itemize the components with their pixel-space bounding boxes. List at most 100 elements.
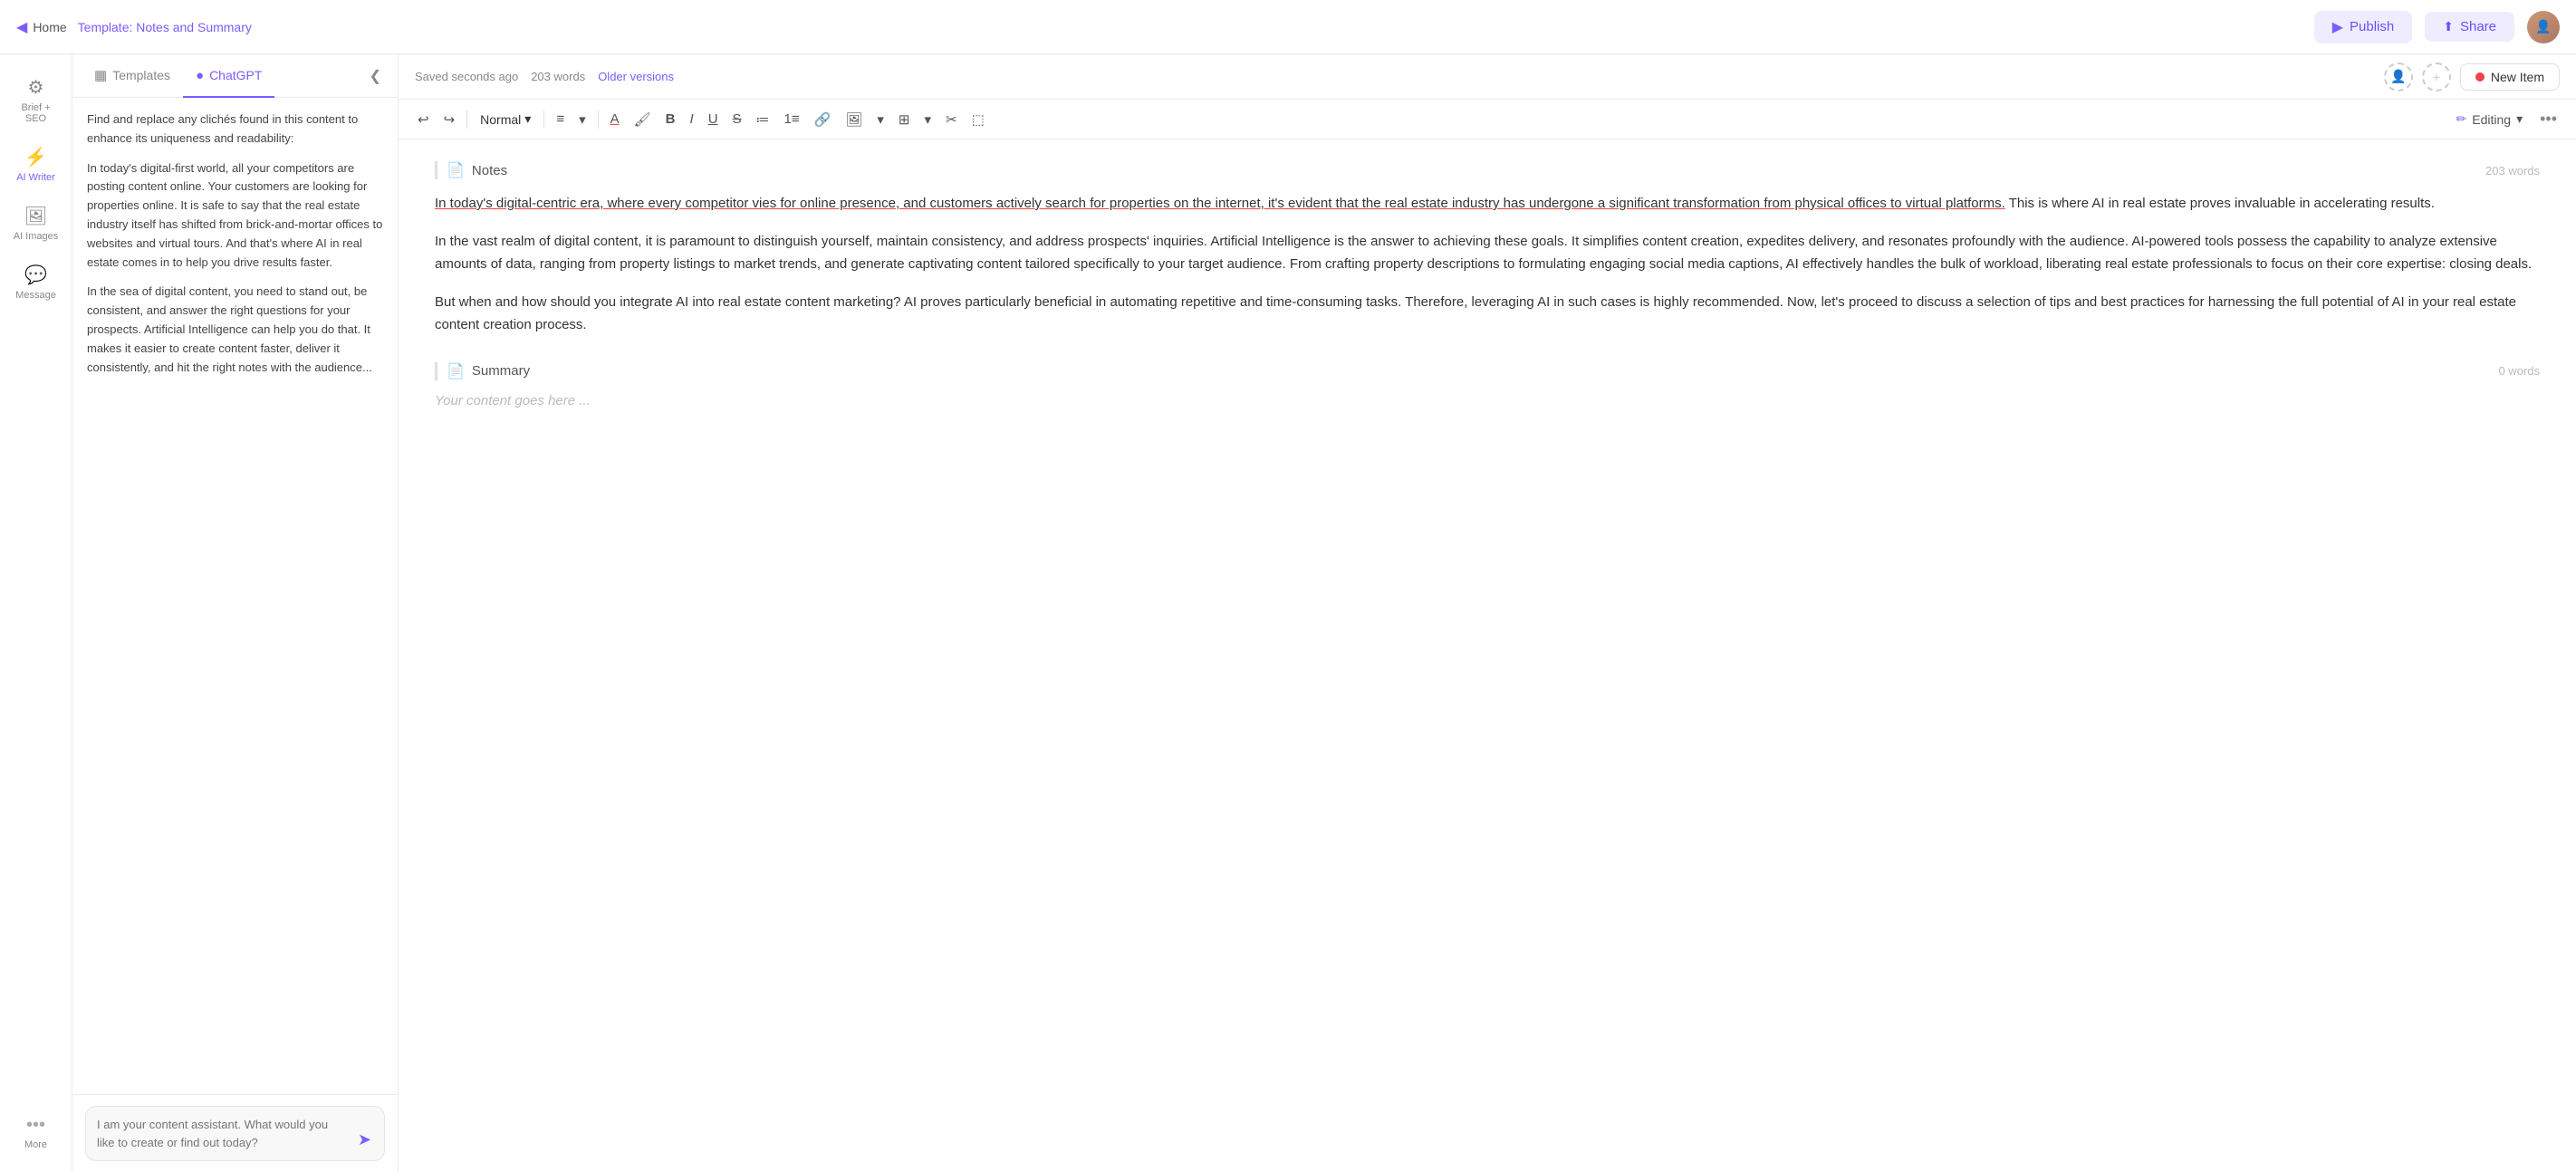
- notes-paragraph-1: In today's digital-centric era, where ev…: [435, 192, 2540, 216]
- text-color-button[interactable]: A: [604, 107, 626, 131]
- tab-chatgpt[interactable]: ● ChatGPT: [183, 54, 274, 98]
- image-chevron-button[interactable]: ▾: [870, 107, 890, 132]
- toolbar-sep-3: [598, 110, 599, 129]
- align-button[interactable]: ≡: [550, 107, 571, 131]
- strikethrough-icon: S: [733, 111, 742, 127]
- pencil-icon: ✏: [2456, 111, 2467, 127]
- new-item-dot-icon: [2475, 72, 2485, 82]
- editor-topbar-right: 👤 + New Item: [2384, 62, 2560, 91]
- panel-tabs-wrapper: ▦ Templates ● ChatGPT ❮: [72, 54, 398, 98]
- notes-section-title: Notes: [472, 163, 507, 178]
- sidebar-item-ai-writer[interactable]: ⚡ AI Writer: [5, 137, 67, 192]
- breadcrumb-name: Notes and Summary: [136, 20, 252, 34]
- editor-avatar-2[interactable]: +: [2422, 62, 2451, 91]
- tab-chatgpt-label: ChatGPT: [209, 68, 262, 82]
- avatar-placeholder-icon-2: +: [2433, 70, 2440, 84]
- notes-section-header: 📄 Notes 203 words: [435, 161, 2540, 179]
- table-button[interactable]: ⊞: [892, 107, 917, 132]
- editing-label: Editing: [2472, 112, 2511, 127]
- ordered-list-button[interactable]: 1≡: [778, 107, 806, 131]
- publish-arrow-icon: ▶: [2332, 18, 2343, 36]
- bullet-list-icon: ≔: [756, 111, 770, 128]
- chat-input[interactable]: [97, 1116, 349, 1151]
- notes-word-count: 203 words: [2485, 164, 2540, 178]
- summary-section-title: Summary: [472, 363, 530, 379]
- link-button[interactable]: 🔗: [808, 107, 838, 132]
- editor-topbar: Saved seconds ago 203 words Older versio…: [399, 54, 2576, 100]
- message-icon: 💬: [24, 264, 47, 286]
- sidebar-item-more[interactable]: ••• More: [5, 1106, 67, 1159]
- brief-seo-icon: ⚙: [28, 76, 44, 99]
- bold-button[interactable]: B: [659, 107, 682, 131]
- notes-section: 📄 Notes 203 words In today's digital-cen…: [435, 161, 2540, 337]
- share-upload-icon: ⬆: [2443, 19, 2454, 34]
- home-label: Home: [33, 20, 66, 34]
- strikethrough-button[interactable]: S: [726, 107, 748, 131]
- highlight-button[interactable]: 🖌: [628, 107, 658, 132]
- panel-text-1: Find and replace any clichés found in th…: [87, 110, 383, 149]
- new-item-label: New Item: [2491, 70, 2544, 84]
- tab-templates[interactable]: ▦ Templates: [82, 54, 183, 98]
- italic-button[interactable]: I: [684, 107, 700, 131]
- user-avatar[interactable]: 👤: [2527, 11, 2560, 43]
- bold-icon: B: [666, 111, 676, 127]
- sidebar-item-brief-seo[interactable]: ⚙ Brief + SEO: [5, 67, 67, 133]
- sidebar-item-ai-images[interactable]: 🖼 AI Images: [5, 196, 67, 251]
- underline-button[interactable]: U: [702, 107, 725, 131]
- image-icon: 🖼: [845, 111, 862, 128]
- undo-button[interactable]: ↩: [411, 107, 436, 132]
- tab-templates-label: Templates: [112, 68, 170, 82]
- image-button[interactable]: 🖼: [839, 107, 869, 132]
- summary-section: 📄 Summary 0 words Your content goes here…: [435, 362, 2540, 408]
- text-color-icon: A: [610, 111, 620, 127]
- panel-content: Find and replace any clichés found in th…: [72, 98, 398, 1094]
- older-versions-link[interactable]: Older versions: [598, 70, 674, 83]
- chat-input-area: ➤: [72, 1094, 398, 1172]
- italic-icon: I: [690, 111, 694, 127]
- word-count: 203 words: [531, 70, 585, 83]
- chat-send-button[interactable]: ➤: [356, 1129, 373, 1151]
- editor-topbar-left: Saved seconds ago 203 words Older versio…: [415, 70, 674, 83]
- sidebar-item-message[interactable]: 💬 Message: [5, 255, 67, 310]
- align-chevron-button[interactable]: ▾: [572, 107, 592, 132]
- style-selector[interactable]: Normal ▾: [473, 107, 538, 131]
- toolbar-sep-2: [543, 110, 544, 129]
- extra-format-button[interactable]: ⬚: [966, 107, 991, 132]
- notes-paragraph-3: But when and how should you integrate AI…: [435, 291, 2540, 337]
- chatgpt-icon: ●: [196, 68, 204, 83]
- home-button[interactable]: ◀ Home: [16, 18, 67, 36]
- panel-text-2: In today's digital-first world, all your…: [87, 159, 383, 273]
- share-button[interactable]: ⬆ Share: [2425, 12, 2514, 42]
- notes-section-icon: 📄: [447, 161, 465, 179]
- new-item-button[interactable]: New Item: [2460, 63, 2560, 91]
- panel-collapse-btn[interactable]: ❮: [362, 54, 389, 97]
- table-chevron-icon: ▾: [925, 111, 932, 128]
- clear-format-icon: ✂: [946, 111, 957, 128]
- underline-icon: U: [708, 111, 718, 127]
- style-chevron-icon: ▾: [524, 111, 531, 127]
- notes-paragraph-2: In the vast realm of digital content, it…: [435, 230, 2540, 276]
- share-label: Share: [2460, 19, 2496, 34]
- saved-text: Saved seconds ago: [415, 70, 518, 83]
- table-chevron-button[interactable]: ▾: [918, 107, 938, 132]
- editing-mode-button[interactable]: ✏ Editing ▾: [2447, 107, 2533, 131]
- ordered-list-icon: 1≡: [784, 111, 800, 127]
- more-label: More: [24, 1139, 47, 1150]
- toolbar: ↩ ↪ Normal ▾ ≡ ▾ A 🖌: [399, 100, 2576, 139]
- notes-para1-underlined: In today's digital-centric era, where ev…: [435, 196, 2005, 211]
- more-options-button[interactable]: •••: [2533, 105, 2563, 133]
- clear-format-button[interactable]: ✂: [939, 107, 964, 132]
- publish-button[interactable]: ▶ Publish: [2314, 11, 2413, 43]
- extra-format-icon: ⬚: [972, 111, 985, 128]
- bullet-list-button[interactable]: ≔: [750, 107, 776, 132]
- top-bar: ◀ Home Template: Notes and Summary ▶ Pub…: [0, 0, 2576, 54]
- panel: ▦ Templates ● ChatGPT ❮ Find and replace…: [72, 54, 399, 1172]
- publish-label: Publish: [2350, 19, 2394, 34]
- redo-button[interactable]: ↪: [437, 107, 462, 132]
- editing-chevron-icon: ▾: [2516, 111, 2523, 127]
- highlight-icon: 🖌: [634, 111, 651, 128]
- panel-text-3: In the sea of digital content, you need …: [87, 283, 383, 377]
- image-chevron-icon: ▾: [877, 111, 884, 128]
- editor-avatar-1[interactable]: 👤: [2384, 62, 2413, 91]
- send-icon: ➤: [358, 1130, 371, 1148]
